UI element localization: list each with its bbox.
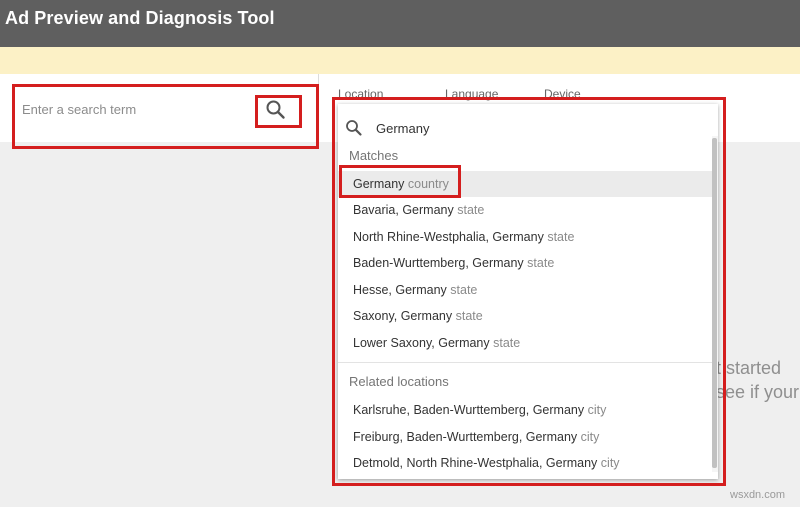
background-text-line-1: t started bbox=[716, 358, 782, 378]
matches-header: Matches bbox=[349, 148, 399, 163]
tab-language[interactable]: Language bbox=[445, 87, 498, 101]
option-name: Bavaria, Germany bbox=[353, 203, 454, 217]
notification-banner bbox=[0, 47, 800, 74]
tab-location[interactable]: Location bbox=[338, 87, 383, 101]
section-divider bbox=[338, 362, 712, 363]
related-location-option[interactable]: Freiburg, Baden-Wurttemberg, Germany cit… bbox=[338, 424, 712, 450]
option-name: Freiburg, Baden-Wurttemberg, Germany bbox=[353, 430, 578, 444]
search-input[interactable] bbox=[22, 100, 247, 118]
search-icon bbox=[346, 120, 362, 136]
search-button[interactable] bbox=[262, 96, 290, 124]
option-type: state bbox=[457, 203, 485, 217]
location-option[interactable]: Lower Saxony, Germany state bbox=[338, 330, 712, 356]
option-type: state bbox=[547, 230, 575, 244]
option-name: North Rhine-Westphalia, Germany bbox=[353, 230, 544, 244]
option-name: Karlsruhe, Baden-Wurttemberg, Germany bbox=[353, 403, 585, 417]
option-type: city bbox=[580, 430, 600, 444]
location-option[interactable]: Baden-Wurttemberg, Germany state bbox=[338, 250, 712, 276]
app-title: Ad Preview and Diagnosis Tool bbox=[5, 8, 275, 28]
related-location-option[interactable]: Detmold, North Rhine-Westphalia, Germany… bbox=[338, 450, 712, 476]
location-option[interactable]: Hesse, Germany state bbox=[338, 277, 712, 303]
option-name: Detmold, North Rhine-Westphalia, Germany bbox=[353, 456, 598, 470]
option-name: Hesse, Germany bbox=[353, 283, 447, 297]
location-option[interactable]: Bavaria, Germany state bbox=[338, 197, 712, 223]
location-search-input[interactable]: Germany bbox=[376, 121, 429, 136]
option-type: city bbox=[600, 456, 620, 470]
watermark: wsxdn.com bbox=[730, 489, 786, 501]
dropdown-scrollbar-thumb[interactable] bbox=[712, 138, 717, 468]
option-name: Saxony, Germany bbox=[353, 309, 453, 323]
related-location-option[interactable]: Karlsruhe, Baden-Wurttemberg, Germany ci… bbox=[338, 397, 712, 423]
related-locations-header: Related locations bbox=[349, 374, 449, 389]
option-name: Germany bbox=[353, 177, 405, 191]
option-type: state bbox=[527, 256, 555, 270]
background-text-line-2: see if your bbox=[716, 382, 800, 402]
option-type: state bbox=[493, 336, 521, 350]
option-name: Baden-Wurttemberg, Germany bbox=[353, 256, 524, 270]
search-icon bbox=[266, 100, 285, 119]
location-option[interactable]: Saxony, Germany state bbox=[338, 303, 712, 329]
option-type: country bbox=[407, 177, 449, 191]
app-header: Ad Preview and Diagnosis Tool bbox=[0, 0, 800, 47]
location-option[interactable]: North Rhine-Westphalia, Germany state bbox=[338, 224, 712, 250]
option-type: state bbox=[455, 309, 483, 323]
option-name: Lower Saxony, Germany bbox=[353, 336, 490, 350]
option-type: state bbox=[450, 283, 478, 297]
tab-device[interactable]: Device bbox=[544, 87, 581, 101]
location-option-germany[interactable]: Germany country bbox=[338, 171, 712, 197]
option-type: city bbox=[587, 403, 607, 417]
